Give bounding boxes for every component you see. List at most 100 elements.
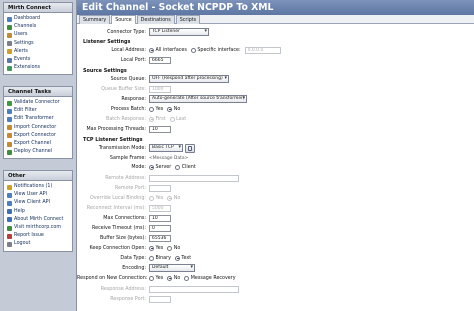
task-item-filter[interactable]: Edit Filter (7, 107, 70, 115)
override-no-option[interactable]: No (167, 195, 180, 201)
process-batch-no-option[interactable]: No (167, 106, 180, 112)
respond-new-recovery-option[interactable]: Message Recovery (184, 275, 236, 281)
respond-new-yes-radio[interactable] (149, 275, 154, 281)
response-select[interactable]: Auto-generate (After source transformer) (149, 95, 247, 103)
channel-tasks-panel-title: Channel Tasks (4, 87, 72, 97)
local-address-input[interactable]: 0.0.0.0 (244, 46, 281, 54)
sidebar-item-alerts[interactable]: Alerts (7, 48, 70, 56)
response-port-input[interactable] (149, 295, 171, 303)
batch-last-radio[interactable] (169, 116, 175, 122)
sidebar-item-settings[interactable]: Settings (7, 40, 70, 48)
local-address-specific-radio[interactable] (190, 47, 196, 53)
mode-client-option[interactable]: Client (175, 164, 196, 170)
respond-new-no-option[interactable]: No (167, 275, 180, 281)
filter-icon (7, 108, 12, 114)
transmission-mode-select[interactable]: Basic TCP (149, 144, 183, 152)
override-no-radio[interactable] (167, 195, 173, 201)
task-item-export-channel[interactable]: Export Channel (7, 140, 70, 148)
other-item-help[interactable]: Help (7, 208, 70, 216)
keep-open-yes-radio[interactable] (149, 245, 154, 251)
local-port-input[interactable]: 6665 (149, 56, 171, 64)
other-item-client-api[interactable]: View Client API (7, 199, 70, 207)
batch-last-option[interactable]: Last (169, 116, 186, 122)
mode-label: Mode: (131, 164, 146, 170)
process-batch-yes-radio[interactable] (149, 106, 154, 112)
encoding-select[interactable]: Default (149, 264, 195, 272)
other-item-globe[interactable]: Visit mirthcorp.com (7, 224, 70, 232)
other-item-about[interactable]: About Mirth Connect (7, 216, 70, 224)
mode-server-radio[interactable] (149, 164, 154, 170)
sidebar-item-events[interactable]: Events (7, 56, 70, 64)
sidebar-item-channels[interactable]: Channels (7, 23, 70, 31)
other-item-notifications[interactable]: Notifications (1) (7, 183, 70, 191)
local-address-all-option[interactable]: All interfaces (149, 47, 187, 53)
mode-client-radio[interactable] (175, 164, 181, 170)
sidebar-item-label: Extensions (14, 65, 41, 71)
max-threads-label: Max Processing Threads: (86, 126, 146, 132)
task-item-export[interactable]: Export Connector (7, 132, 70, 140)
task-item-label: Export Channel (14, 140, 51, 146)
connector-type-select[interactable]: TCP Listener (149, 28, 209, 36)
max-threads-input[interactable]: 10 (149, 125, 171, 133)
override-yes-radio[interactable] (149, 195, 154, 201)
mode-row: Mode: Server Client (77, 163, 200, 171)
receive-timeout-input[interactable]: 0 (149, 224, 171, 232)
local-address-all-text: All interfaces (155, 47, 187, 53)
batch-first-radio[interactable] (149, 116, 154, 122)
respond-new-recovery-radio[interactable] (184, 275, 190, 281)
max-connections-input[interactable]: 10 (149, 214, 171, 222)
other-item-report[interactable]: Report Issue (7, 232, 70, 240)
local-address-all-radio[interactable] (149, 47, 154, 53)
remote-port-input[interactable] (149, 184, 171, 192)
queue-buffer-input[interactable]: 1000 (149, 85, 171, 93)
local-address-specific-text: Specific interface: (197, 47, 241, 53)
sidebar-item-users[interactable]: Users (7, 31, 70, 39)
task-item-transformer[interactable]: Edit Transformer (7, 115, 70, 123)
process-batch-no-radio[interactable] (167, 106, 173, 112)
task-item-import[interactable]: Import Connector (7, 124, 70, 132)
sidebar-item-extensions[interactable]: Extensions (7, 64, 70, 72)
batch-first-option[interactable]: First (149, 116, 166, 122)
buffer-size-input[interactable]: 65536 (149, 234, 171, 242)
tab-destinations[interactable]: Destinations (136, 15, 175, 24)
transmission-mode-label: Transmission Mode: (98, 145, 146, 151)
data-type-text-option[interactable]: Text (174, 255, 191, 261)
sidebar-item-label: Users (14, 32, 28, 38)
sidebar-item-label: Events (14, 56, 31, 62)
keep-open-no-option[interactable]: No (167, 245, 180, 251)
remote-address-input[interactable] (149, 174, 239, 182)
source-settings-heading: Source Settings (83, 68, 127, 74)
data-type-binary-radio[interactable] (149, 255, 154, 261)
process-batch-yes-option[interactable]: Yes (149, 106, 163, 112)
local-address-specific-option[interactable]: Specific interface: (190, 47, 241, 53)
respond-new-recovery-text: Message Recovery (190, 275, 236, 281)
sidebar-item-dashboard[interactable]: Dashboard (7, 15, 70, 23)
data-type-text-radio[interactable] (174, 255, 180, 261)
user-api-icon (7, 192, 12, 198)
sidebar-item-label: Dashboard (14, 16, 41, 21)
data-type-binary-option[interactable]: Binary (149, 255, 171, 261)
other-item-logout[interactable]: Logout (7, 240, 70, 248)
reconnect-interval-input[interactable]: 5000 (149, 204, 171, 212)
response-address-input[interactable] (149, 285, 239, 293)
response-address-label: Response Address: (100, 286, 146, 292)
tab-scripts[interactable]: Scripts (175, 15, 201, 24)
source-queue-select[interactable]: OFF (Respond after processing) (149, 75, 229, 83)
task-item-label: Validate Connector (14, 100, 60, 105)
tab-summary[interactable]: Summary (79, 15, 111, 24)
other-item-user-api[interactable]: View User API (7, 191, 70, 199)
respond-new-no-radio[interactable] (167, 275, 173, 281)
batch-first-text: First (155, 116, 166, 122)
keep-open-no-radio[interactable] (167, 245, 173, 251)
reconnect-interval-row: Reconnect Interval (ms): 5000 (77, 204, 171, 212)
respond-new-yes-option[interactable]: Yes (149, 275, 163, 281)
task-item-deploy[interactable]: Deploy Channel (7, 148, 70, 156)
tab-source[interactable]: Source (111, 15, 136, 24)
task-item-label: Edit Transformer (14, 116, 54, 122)
task-item-validate[interactable]: Validate Connector (7, 99, 70, 107)
override-yes-option[interactable]: Yes (149, 195, 163, 201)
mode-server-option[interactable]: Server (149, 164, 171, 170)
tcp-listener-settings-heading: TCP Listener Settings (83, 137, 143, 143)
keep-open-yes-option[interactable]: Yes (149, 245, 163, 251)
transmission-settings-button[interactable] (185, 143, 195, 153)
